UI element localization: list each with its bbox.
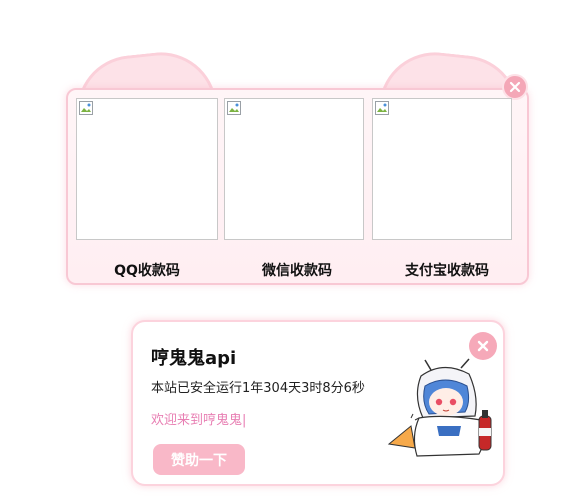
close-icon bbox=[509, 81, 521, 93]
donate-panel: QQ收款码 微信收款码 支付宝收款码 bbox=[66, 74, 529, 285]
typing-cursor: | bbox=[242, 413, 247, 428]
anime-mascot-image bbox=[387, 358, 492, 457]
broken-image-icon bbox=[227, 101, 241, 115]
close-icon bbox=[477, 340, 489, 352]
qq-qr-image bbox=[76, 98, 218, 240]
card-title: 哼鬼鬼api bbox=[151, 348, 237, 369]
welcome-text: 欢迎来到哼鬼鬼| bbox=[151, 409, 246, 428]
welcome-message: 欢迎来到哼鬼鬼 bbox=[151, 413, 243, 428]
sponsor-button[interactable]: 赞助一下 bbox=[153, 444, 245, 475]
broken-image-icon bbox=[79, 101, 93, 115]
alipay-qr-image bbox=[372, 98, 512, 240]
uptime-text: 本站已安全运行1年304天3时8分6秒 bbox=[151, 381, 365, 396]
broken-image-icon bbox=[375, 101, 389, 115]
wechat-qr-label: 微信收款码 bbox=[262, 263, 332, 279]
qq-qr-label: QQ收款码 bbox=[114, 263, 180, 279]
info-card: 哼鬼鬼api 本站已安全运行1年304天3时8分6秒 欢迎来到哼鬼鬼| 赞助一下 bbox=[131, 320, 505, 486]
donate-close-button[interactable] bbox=[502, 74, 528, 100]
wechat-qr-image bbox=[224, 98, 364, 240]
alipay-qr-label: 支付宝收款码 bbox=[405, 263, 489, 279]
